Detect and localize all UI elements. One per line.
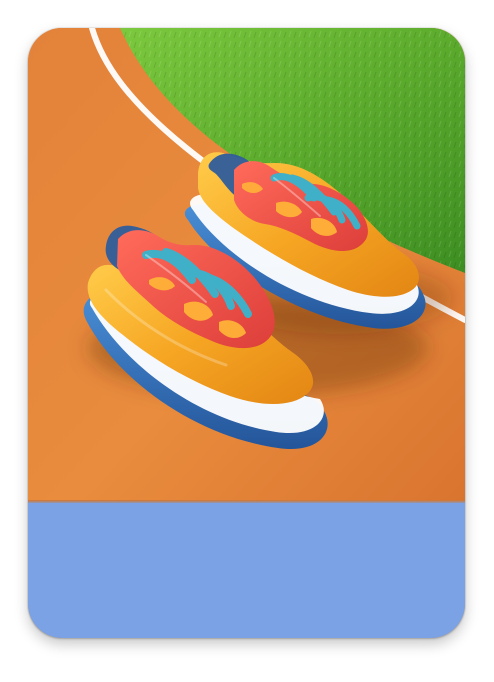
card-artwork bbox=[28, 28, 465, 503]
card-caption bbox=[28, 503, 465, 638]
game-screen bbox=[0, 0, 494, 682]
running-shoes-icon bbox=[28, 28, 465, 503]
item-card[interactable] bbox=[28, 28, 465, 638]
